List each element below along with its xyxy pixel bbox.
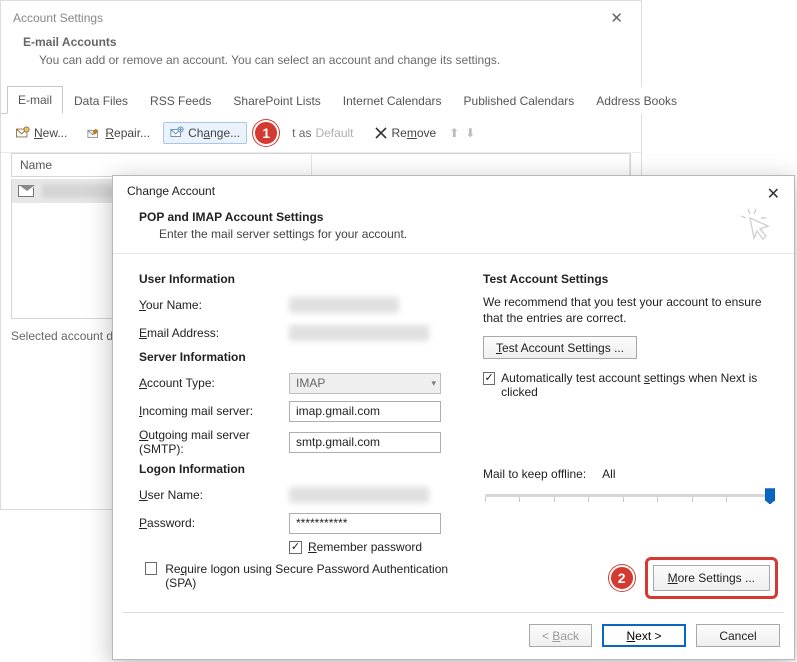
test-settings-heading: Test Account Settings [483,272,774,286]
tab-address-books[interactable]: Address Books [585,87,688,114]
back-button: < Back [529,624,592,647]
account-settings-header: E-mail Accounts You can add or remove an… [1,29,641,79]
password-label: Password: [139,516,289,530]
slider-thumb[interactable] [765,488,775,504]
your-name-value-redacted [289,297,399,313]
change-account-title: Change Account [127,184,215,198]
email-value-redacted [289,325,429,341]
remove-icon [374,126,388,140]
auto-test-label: Automatically test account settings when… [501,371,774,399]
incoming-server-input[interactable] [289,401,441,422]
server-info-heading: Server Information [139,350,459,364]
next-button[interactable]: Next > [602,624,686,647]
change-button[interactable]: Change... [163,122,247,144]
cursor-click-icon [738,206,778,246]
change-account-titlebar: Change Account ✕ [113,176,794,206]
remember-password-row[interactable]: Remember password [289,540,459,554]
move-down-icon: ⬇ [465,126,475,140]
callout-1-badge: 1 [253,120,279,146]
close-icon[interactable]: ✕ [604,9,629,27]
change-account-body: User Information Your Name: Email Addres… [113,254,794,594]
user-info-heading: User Information [139,272,459,286]
auto-test-checkbox[interactable] [483,372,495,385]
tab-internet-calendars[interactable]: Internet Calendars [332,87,453,114]
auto-test-row[interactable]: Automatically test account settings when… [483,371,774,399]
incoming-server-label: Incoming mail server: [139,404,289,418]
pop-imap-heading: POP and IMAP Account Settings [139,210,774,224]
logon-info-heading: Logon Information [139,462,459,476]
column-spacer [312,154,630,176]
tab-sharepoint-lists[interactable]: SharePoint Lists [222,87,331,114]
incoming-server-row: Incoming mail server: [139,400,459,422]
account-list-header: Name [11,153,631,177]
your-name-row: Your Name: [139,294,459,316]
username-label: User Name: [139,488,289,502]
mail-icon [18,185,34,197]
outgoing-server-row: Outgoing mail server (SMTP): [139,428,459,456]
mail-to-keep-section: Mail to keep offline: All [483,467,774,503]
account-settings-titlebar: Account Settings ✕ [1,1,641,29]
remember-password-label: Remember password [308,540,422,554]
outgoing-server-input[interactable] [289,432,441,453]
email-accounts-subtext: You can add or remove an account. You ca… [39,53,621,67]
remove-button[interactable]: Remove [367,122,444,144]
column-name[interactable]: Name [12,154,312,176]
account-type-combo: IMAP ▾ [289,373,441,394]
tab-published-calendars[interactable]: Published Calendars [453,87,586,114]
account-type-row: Account Type: IMAP ▾ [139,372,459,394]
account-toolbar: New... Repair... Change... 1 t as Defaul… [1,114,641,153]
more-settings-area: 2 More Settings ... [609,557,778,599]
left-column: User Information Your Name: Email Addres… [139,266,459,590]
change-account-header: POP and IMAP Account Settings Enter the … [113,206,794,251]
move-up-icon: ⬆ [449,126,459,140]
test-settings-note: We recommend that you test your account … [483,294,774,326]
mail-keep-label: Mail to keep offline: [483,467,586,481]
email-label: Email Address: [139,326,289,340]
password-row: Password: [139,512,459,534]
test-account-settings-button[interactable]: Test Account Settings ... [483,336,637,359]
footer-separator [123,612,784,613]
more-settings-button[interactable]: More Settings ... [653,565,770,591]
new-mail-icon [16,126,30,140]
right-column: Test Account Settings We recommend that … [483,266,774,590]
account-tabs: E-mail Data Files RSS Feeds SharePoint L… [1,85,641,114]
new-label: ew... [43,126,68,140]
pop-imap-subtext: Enter the mail server settings for your … [159,227,774,241]
callout-2-badge: 2 [609,565,635,591]
repair-icon [87,126,101,140]
account-type-value: IMAP [296,376,325,390]
password-input[interactable] [289,513,441,534]
set-default-button: t as Default [285,122,360,144]
username-value-redacted [289,487,429,503]
chevron-down-icon: ▾ [431,378,436,389]
mail-keep-value: All [602,467,615,481]
cancel-button[interactable]: Cancel [696,624,780,647]
close-icon[interactable]: ✕ [763,184,784,204]
email-row: Email Address: [139,322,459,344]
email-accounts-heading: E-mail Accounts [23,35,621,49]
your-name-label: Your Name: [139,298,289,312]
tab-rss-feeds[interactable]: RSS Feeds [139,87,222,114]
require-spa-row[interactable]: Require logon using Secure Password Auth… [145,562,459,590]
require-spa-checkbox[interactable] [145,562,157,575]
more-settings-highlight: More Settings ... [645,557,778,599]
new-button[interactable]: New... [9,122,74,144]
wizard-buttons: < Back Next > Cancel [529,624,780,647]
remember-password-checkbox[interactable] [289,541,302,554]
tab-data-files[interactable]: Data Files [63,87,139,114]
tab-email[interactable]: E-mail [7,86,63,114]
mail-keep-slider[interactable] [485,487,772,503]
account-settings-title: Account Settings [13,11,103,25]
change-icon [170,126,184,140]
outgoing-server-label: Outgoing mail server (SMTP): [139,428,289,456]
account-type-label: Account Type: [139,376,289,390]
username-row: User Name: [139,484,459,506]
repair-button[interactable]: Repair... [80,122,157,144]
require-spa-label: Require logon using Secure Password Auth… [165,562,459,590]
change-account-dialog: Change Account ✕ POP and IMAP Account Se… [112,175,795,660]
